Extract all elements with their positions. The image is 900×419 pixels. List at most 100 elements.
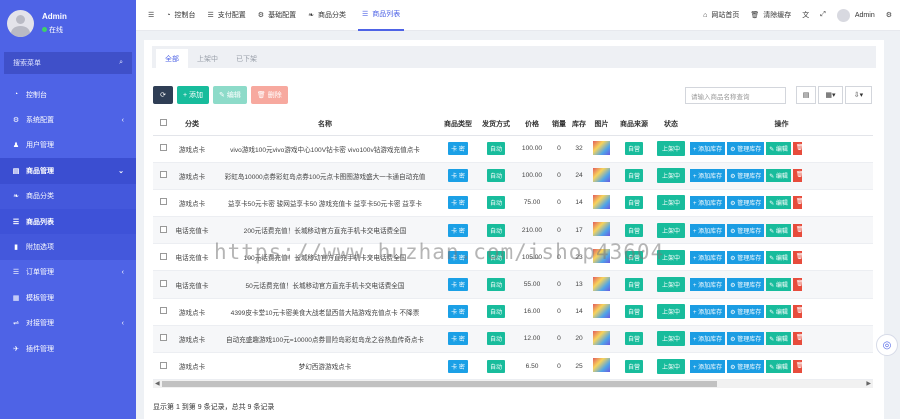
table-row[interactable]: 电话充值卡 50元话费充值！长城移动官方直充手机卡交电话费全国卡 密 自动 55.00… (153, 270, 873, 299)
menu-toggle-icon[interactable]: ☰ (148, 11, 154, 19)
sidebar-item-users[interactable]: ♟ 用户管理 (0, 133, 136, 158)
table-row[interactable]: 游戏点卡 自动充盛趣游戏100元=10000点券冒险岛彩虹岛龙之谷热血传奇点卡卡 … (153, 325, 873, 354)
translate-icon[interactable]: 文 (802, 10, 809, 20)
row-checkbox[interactable] (159, 225, 167, 233)
add-stock-button[interactable]: + 添加库存 (690, 332, 726, 346)
product-thumbnail[interactable] (593, 140, 610, 155)
export-dropdown-button[interactable]: ⇩▾ (845, 86, 872, 104)
table-row[interactable]: 游戏点卡 益享卡50元卡密 骏网益享卡50 游戏充值卡 益享卡50元卡密 益享卡卡… (153, 189, 873, 218)
row-checkbox[interactable] (159, 307, 167, 315)
row-edit-button[interactable]: ✎ 编辑 (766, 278, 791, 292)
product-thumbnail[interactable] (593, 303, 610, 318)
row-checkbox[interactable] (159, 144, 167, 152)
site-home-link[interactable]: ⌂ 网站首页 (703, 10, 739, 20)
add-stock-button[interactable]: + 添加库存 (690, 223, 726, 237)
tab-off-sale[interactable]: 已下架 (227, 49, 266, 68)
add-stock-button[interactable]: + 添加库存 (690, 142, 726, 156)
user-menu[interactable]: Admin (836, 8, 875, 22)
row-edit-button[interactable]: ✎ 编辑 (766, 169, 791, 183)
delete-button[interactable]: 🗑 删除 (250, 86, 288, 104)
table-row[interactable]: 游戏点卡 彩虹岛10000点券彩虹岛点券100元点卡图图游戏盛大一卡通自动充值卡 … (153, 162, 873, 190)
add-stock-button[interactable]: + 添加库存 (690, 196, 726, 210)
status-toggle[interactable]: 上架中 (656, 331, 685, 347)
product-thumbnail[interactable] (593, 194, 610, 209)
goods-search-input[interactable]: 请输入商品名称查询 (685, 87, 786, 104)
column-header[interactable]: 商品类型 (439, 113, 477, 136)
horizontal-scrollbar[interactable]: ◀ ▶ (153, 380, 873, 388)
row-edit-button[interactable]: ✎ 编辑 (766, 196, 791, 210)
manage-stock-button[interactable]: ⚙ 管理库存 (727, 278, 765, 292)
product-thumbnail[interactable] (593, 358, 610, 373)
add-stock-button[interactable]: + 添加库存 (690, 305, 726, 319)
add-stock-button[interactable]: + 添加库存 (690, 359, 726, 373)
row-checkbox[interactable] (159, 252, 167, 260)
scroll-left-icon[interactable]: ◀ (155, 380, 160, 387)
row-delete-button[interactable]: 🗑 (792, 250, 804, 264)
row-checkbox[interactable] (159, 361, 167, 369)
sidebar-item-extra-options[interactable]: ▮ 附加选项 (0, 234, 136, 260)
sidebar-item-goods-category[interactable]: ❧ 商品分类 (0, 183, 136, 209)
column-header[interactable]: 名称 (211, 113, 439, 136)
scroll-right-icon[interactable]: ▶ (866, 380, 871, 387)
row-checkbox[interactable] (159, 280, 167, 288)
product-thumbnail[interactable] (593, 222, 610, 237)
sidebar-item-plugins[interactable]: ✈ 插件管理 (0, 336, 136, 361)
product-thumbnail[interactable] (593, 167, 610, 182)
status-toggle[interactable]: 上架中 (656, 277, 685, 293)
menu-search-input[interactable]: 搜索菜单 ⌕ (4, 52, 132, 74)
column-header[interactable]: 状态 (654, 113, 688, 136)
sidebar-item-orders[interactable]: ☰ 订单管理 ‹ (0, 260, 136, 285)
sidebar-item-integration[interactable]: ⇌ 对接管理 ‹ (0, 311, 136, 336)
search-icon[interactable]: ⌕ (119, 59, 123, 67)
column-header[interactable]: 发货方式 (477, 113, 515, 136)
column-header[interactable]: 销量 (549, 113, 569, 136)
row-delete-button[interactable]: 🗑 (792, 359, 804, 373)
select-all-checkbox[interactable] (159, 119, 167, 127)
row-delete-button[interactable]: 🗑 (792, 305, 804, 319)
column-header[interactable]: 商品来源 (614, 113, 654, 136)
add-button[interactable]: + 添加 (177, 86, 210, 104)
row-checkbox[interactable] (159, 334, 167, 342)
table-row[interactable]: 游戏点卡 vivo游戏100元vivo游戏中心100V钻卡密 vivo100v钻游… (153, 135, 873, 163)
manage-stock-button[interactable]: ⚙ 管理库存 (727, 305, 765, 319)
scroll-thumb[interactable] (162, 381, 717, 387)
topnav-basic-config[interactable]: ⚙ 基础配置 (258, 10, 296, 20)
manage-stock-button[interactable]: ⚙ 管理库存 (727, 332, 765, 346)
sidebar-item-goods-list[interactable]: ☰ 商品列表 (0, 208, 136, 235)
column-header[interactable]: 价格 (515, 113, 549, 136)
column-header[interactable]: 图片 (589, 113, 614, 136)
columns-dropdown-button[interactable]: ▦▾ (818, 86, 843, 104)
manage-stock-button[interactable]: ⚙ 管理库存 (727, 196, 765, 210)
row-edit-button[interactable]: ✎ 编辑 (766, 223, 791, 237)
topnav-goods-list[interactable]: ☰ 商品列表 (357, 0, 405, 31)
row-delete-button[interactable]: 🗑 (792, 278, 804, 292)
row-delete-button[interactable]: 🗑 (792, 196, 804, 210)
add-stock-button[interactable]: + 添加库存 (690, 278, 726, 292)
manage-stock-button[interactable]: ⚙ 管理库存 (727, 223, 765, 237)
row-edit-button[interactable]: ✎ 编辑 (766, 332, 791, 346)
row-edit-button[interactable]: ✎ 编辑 (766, 359, 791, 373)
row-delete-button[interactable]: 🗑 (792, 223, 804, 237)
manage-stock-button[interactable]: ⚙ 管理库存 (727, 359, 765, 373)
row-edit-button[interactable]: ✎ 编辑 (766, 142, 791, 156)
tab-all[interactable]: 全部 (156, 49, 188, 68)
manage-stock-button[interactable]: ⚙ 管理库存 (727, 250, 765, 264)
status-toggle[interactable]: 上架中 (656, 195, 685, 211)
add-stock-button[interactable]: + 添加库存 (690, 250, 726, 264)
settings-icon[interactable]: ⚙ (886, 11, 892, 19)
row-edit-button[interactable]: ✎ 编辑 (766, 305, 791, 319)
topnav-payment-config[interactable]: ☰ 支付配置 (208, 10, 246, 20)
edit-button[interactable]: ✎ 编辑 (213, 86, 247, 104)
sidebar-item-templates[interactable]: ▦ 模板管理 (0, 285, 136, 310)
float-support-icon[interactable]: ◎ (876, 334, 898, 356)
row-delete-button[interactable]: 🗑 (792, 169, 804, 183)
fullscreen-icon[interactable]: ⤢ (820, 11, 826, 19)
topnav-dashboard[interactable]: ◔ 控制台 (166, 10, 195, 20)
tab-on-sale[interactable]: 上架中 (188, 49, 227, 68)
refresh-button[interactable]: ⟳ (153, 86, 173, 104)
row-delete-button[interactable]: 🗑 (792, 332, 804, 346)
row-checkbox[interactable] (159, 171, 167, 179)
status-toggle[interactable]: 上架中 (656, 141, 685, 157)
product-thumbnail[interactable] (593, 276, 610, 291)
topnav-goods-category[interactable]: ❧ 商品分类 (308, 10, 346, 20)
